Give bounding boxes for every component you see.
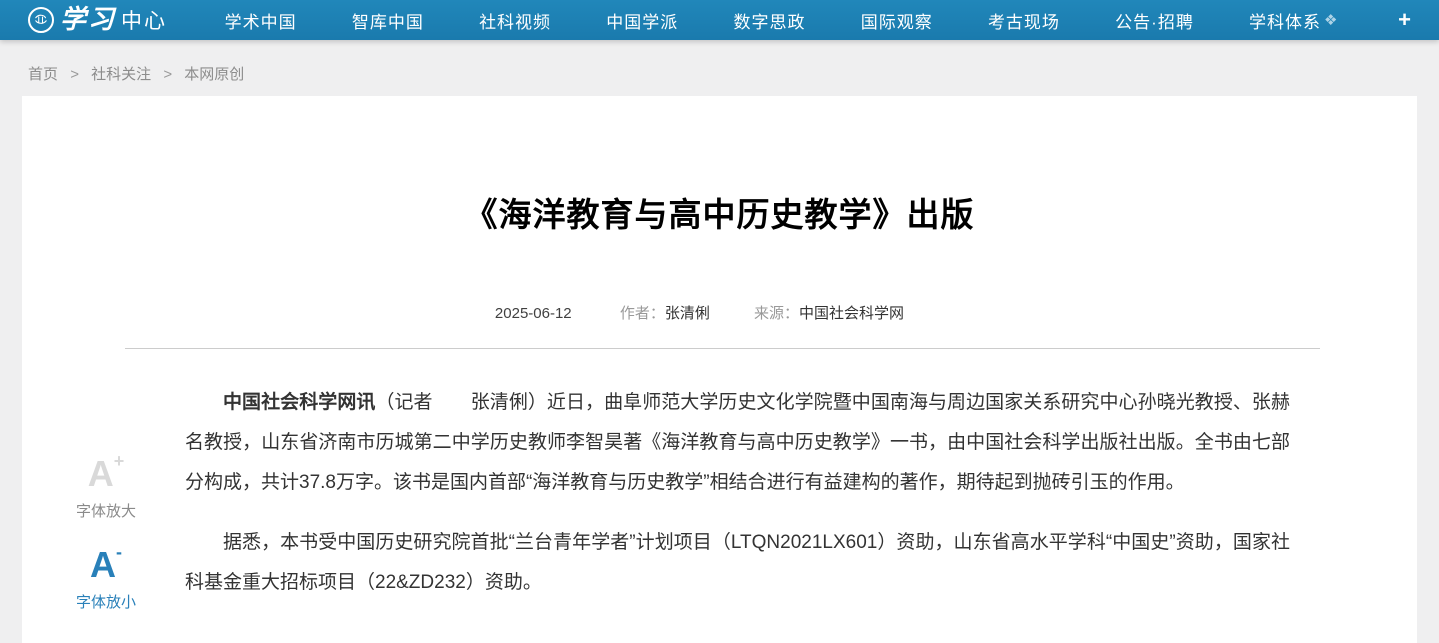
breadcrumb-home[interactable]: 首页 [28,66,58,83]
font-increase-label: 字体放大 [58,500,154,521]
nav-menu: 学术中国 智库中国 社科视频 中国学派 数字思政 国际观察 考古现场 公告·招聘… [167,8,1396,33]
nav-item-xueshu-zhongguo[interactable]: 学术中国 [225,8,297,33]
side-tools: A+ 字体放大 A- 字体放小 [58,456,154,643]
breadcrumb: 首页 > 社科关注 > 本网原创 [0,40,1439,96]
diamonds-icon: ❖ [1324,11,1338,29]
author-name: 张清俐 [665,305,710,322]
publish-date: 2025-06-12 [495,305,572,322]
top-nav: 学习 中心 学术中国 智库中国 社科视频 中国学派 数字思政 国际观察 考古现场… [0,0,1439,40]
nav-more-button[interactable]: + [1396,9,1413,31]
font-increase-button[interactable]: A+ 字体放大 [58,456,154,521]
source-name: 中国社会科学网 [799,305,904,322]
article-meta: 2025-06-12 作者：张清俐 来源：中国社会科学网 [22,302,1417,323]
paragraph-text: 据悉，本书受中国历史研究院首批“兰台青年学者”计划项目（LTQN2021LX60… [185,532,1290,593]
paragraph: 据悉，本书受中国历史研究院首批“兰台青年学者”计划项目（LTQN2021LX60… [185,523,1290,603]
breadcrumb-separator: > [70,66,79,83]
brand-suffix-text: 中心 [121,5,167,35]
font-decrease-icon: A- [90,544,122,585]
article-title: 《海洋教育与高中历史教学》出版 [22,96,1417,236]
breadcrumb-sheke-guanzhu[interactable]: 社科关注 [91,66,151,83]
author-label: 作者： [620,305,665,322]
nav-item-zhongguo-xuepai[interactable]: 中国学派 [606,8,678,33]
font-decrease-button[interactable]: A- 字体放小 [58,547,154,612]
article-body: 中国社会科学网讯（记者 张清俐）近日，曲阜师范大学历史文化学院暨中国南海与周边国… [22,349,1417,633]
nav-item-zhiku-zhongguo[interactable]: 智库中国 [352,8,424,33]
nav-item-xueke-tixi-label: 学科体系 [1249,8,1321,33]
site-logo[interactable]: 学习 中心 [28,5,167,35]
nav-item-xueke-tixi[interactable]: 学科体系 ❖ [1249,8,1338,33]
breadcrumb-benwang-yuanchuang[interactable]: 本网原创 [184,66,244,83]
nav-item-guoji-guancha[interactable]: 国际观察 [861,8,933,33]
font-decrease-label: 字体放小 [58,591,154,612]
nav-item-kaogu-xianchang[interactable]: 考古现场 [988,8,1060,33]
nav-item-sheke-shipin[interactable]: 社科视频 [479,8,551,33]
seal-logo-icon [28,7,54,33]
source-label: 来源： [754,305,799,322]
nav-item-shuzi-sizheng[interactable]: 数字思政 [734,8,806,33]
brand-script-text: 学习 [60,7,116,33]
author-group: 作者：张清俐 [620,305,710,322]
article-card: 《海洋教育与高中历史教学》出版 2025-06-12 作者：张清俐 来源：中国社… [22,96,1417,643]
source-group: 来源：中国社会科学网 [754,305,904,322]
font-increase-icon: A+ [88,453,125,494]
paragraph: 中国社会科学网讯（记者 张清俐）近日，曲阜师范大学历史文化学院暨中国南海与周边国… [185,383,1290,503]
breadcrumb-separator: > [163,66,172,83]
nav-item-gonggao-zhaopin[interactable]: 公告·招聘 [1115,8,1194,33]
paragraph-lead: 中国社会科学网讯 [223,392,375,413]
